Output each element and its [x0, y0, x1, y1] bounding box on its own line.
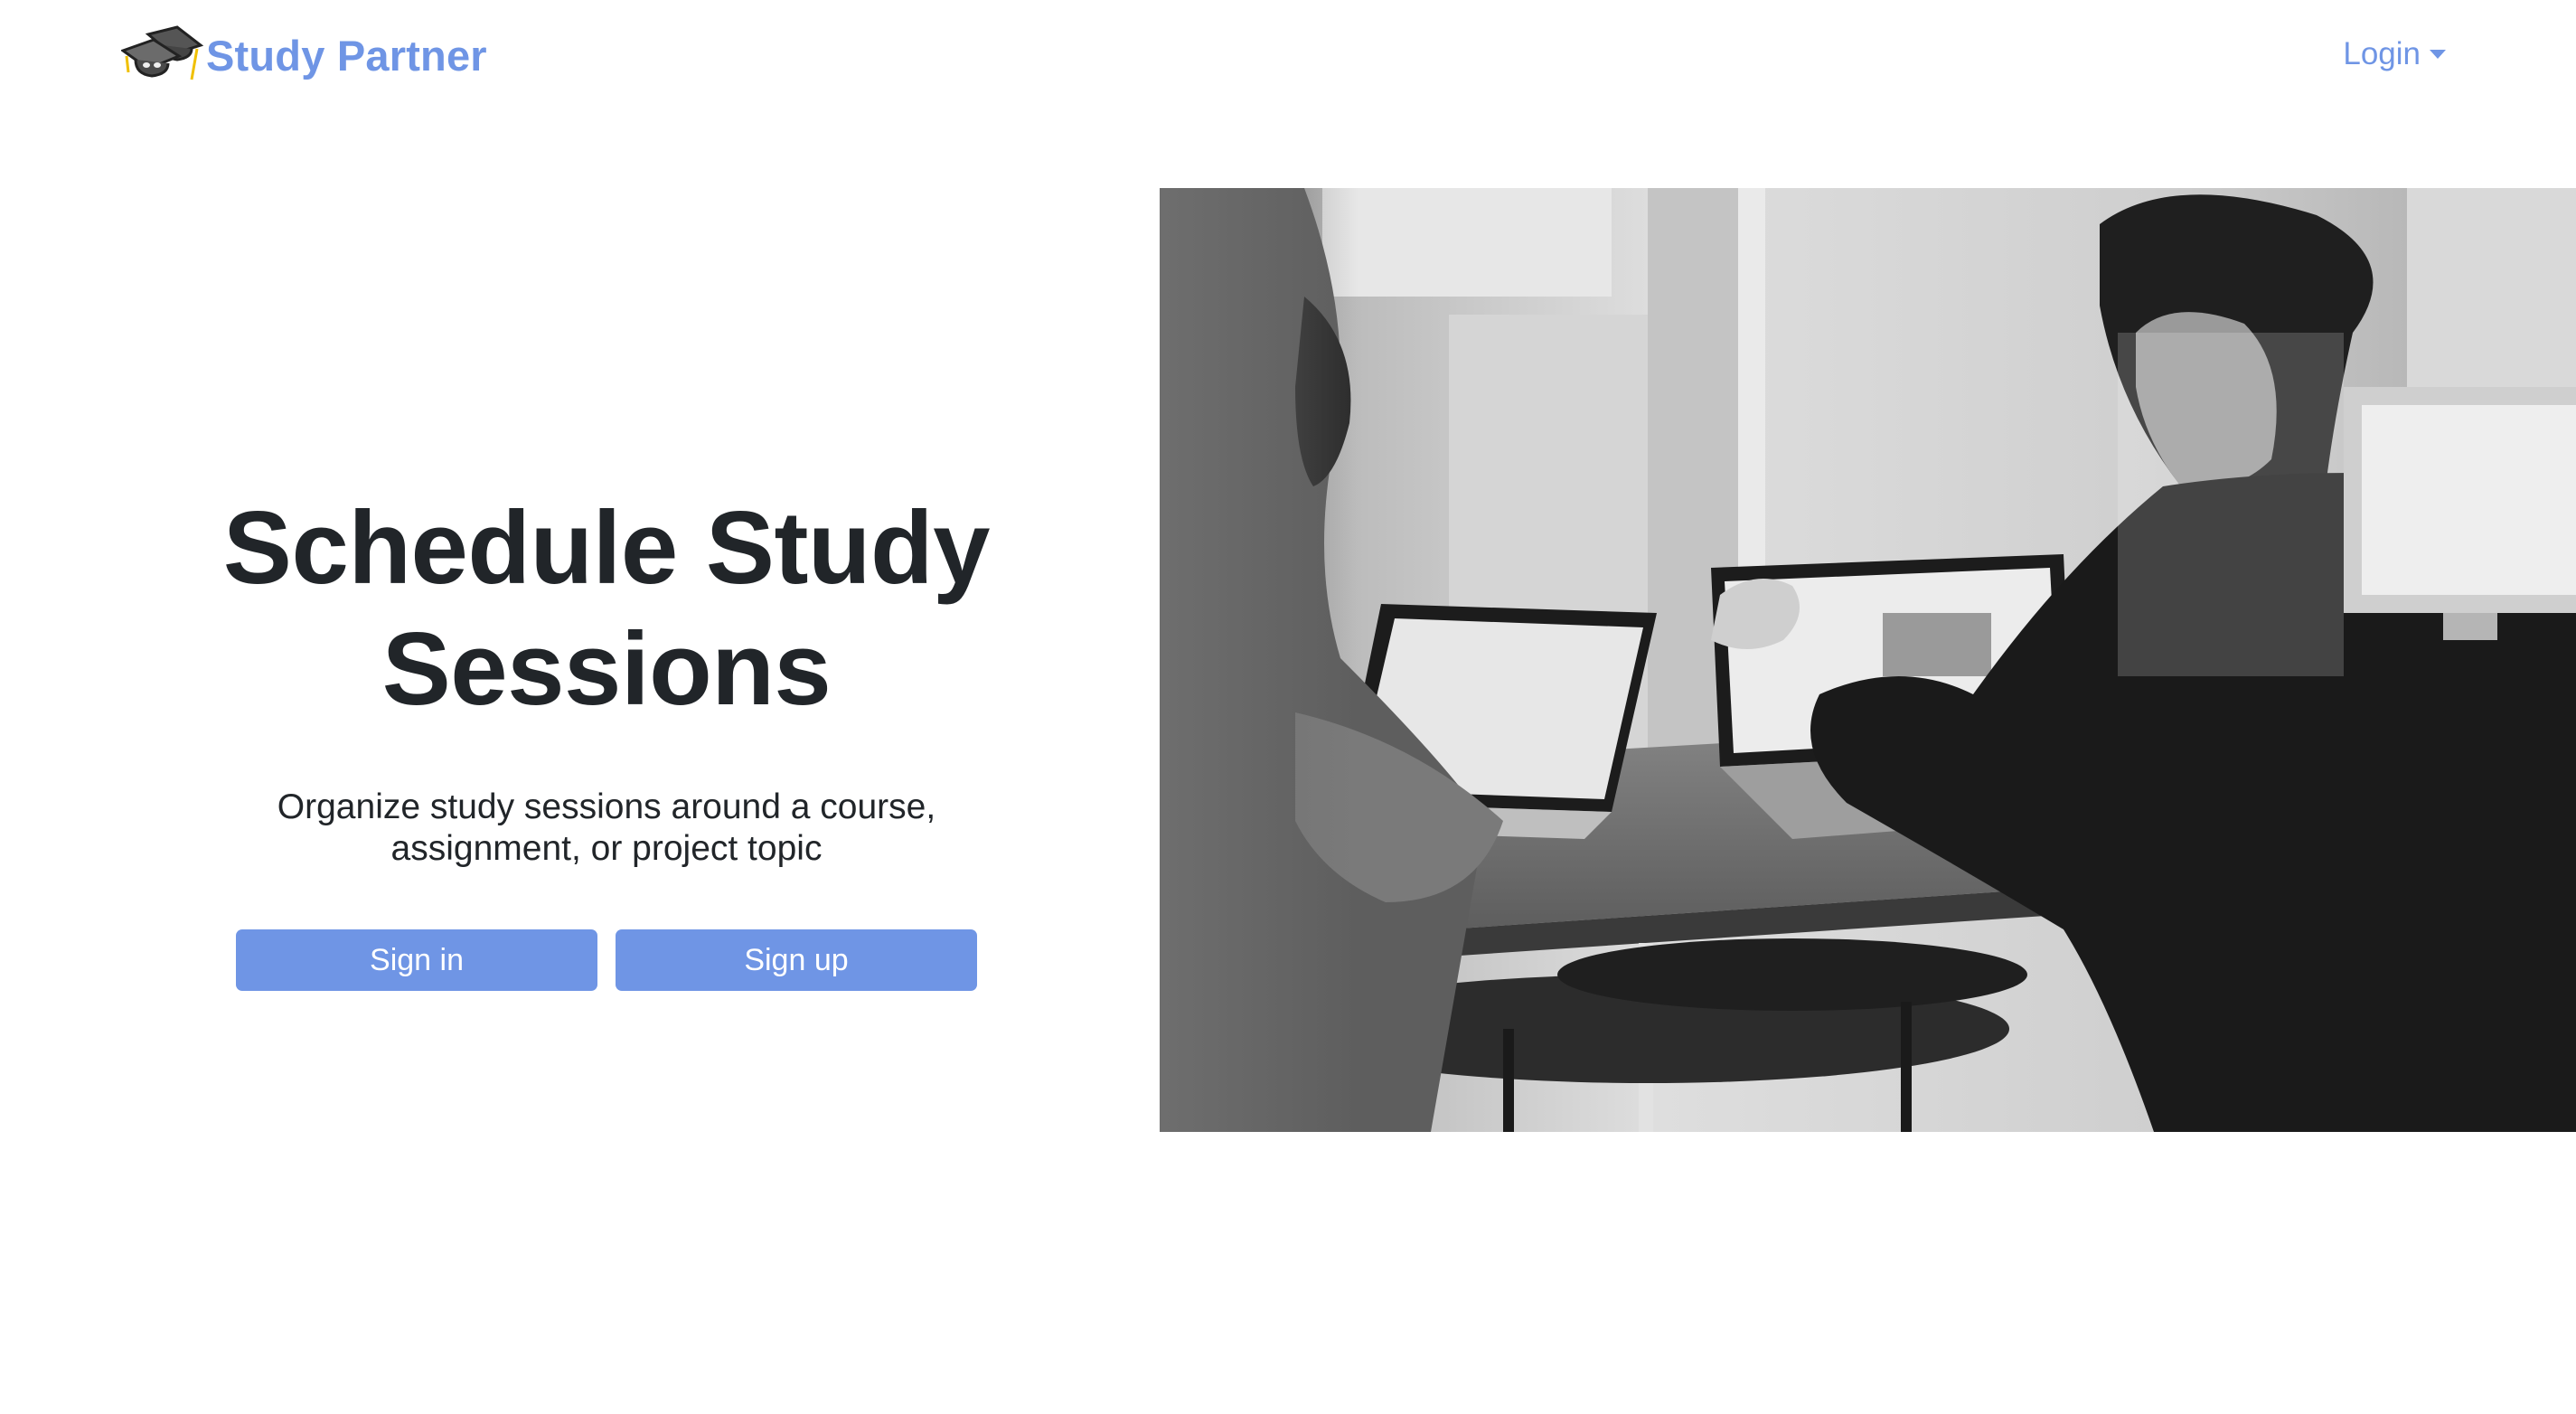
hero-buttons: Sign in Sign up — [208, 929, 1005, 991]
sign-in-button[interactable]: Sign in — [236, 929, 597, 991]
navbar: Study Partner Login — [0, 0, 2576, 114]
sign-up-button[interactable]: Sign up — [616, 929, 977, 991]
brand-link[interactable]: Study Partner — [121, 24, 487, 87]
hero-subtitle: Organize study sessions around a course,… — [277, 787, 936, 868]
login-dropdown[interactable]: Login — [2343, 36, 2446, 72]
hero-photo-illustration — [1160, 188, 2576, 1132]
login-label: Login — [2343, 36, 2421, 71]
hero-title: Schedule Study Sessions — [222, 491, 991, 727]
brand-name: Study Partner — [206, 31, 487, 80]
caret-down-icon — [2430, 50, 2446, 59]
hero-text-block: Schedule Study Sessions Organize study s… — [208, 488, 1005, 991]
graduation-cap-icon — [121, 25, 204, 80]
hero-photo — [1160, 188, 2576, 1132]
